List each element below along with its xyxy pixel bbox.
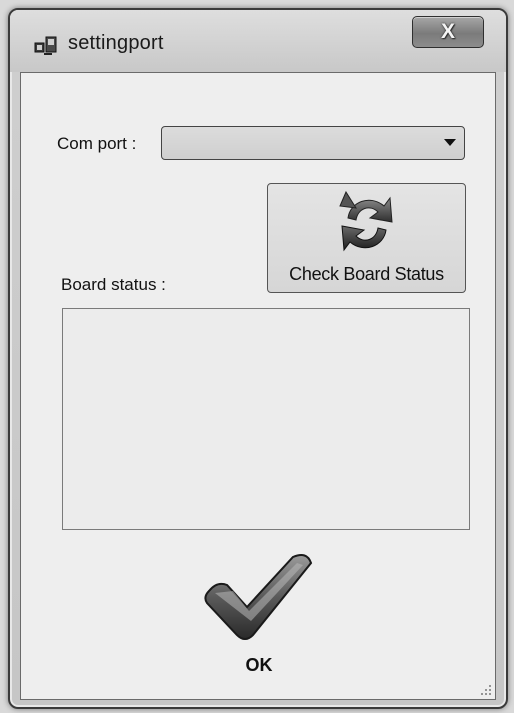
- com-port-dropdown[interactable]: [161, 126, 465, 160]
- chevron-down-icon: [444, 139, 456, 146]
- window-title: settingport: [68, 32, 164, 54]
- check-board-status-button[interactable]: Check Board Status: [267, 183, 466, 293]
- board-status-textbox[interactable]: [62, 308, 470, 530]
- resize-grip-icon[interactable]: [480, 684, 492, 696]
- settingport-window: settingport X Com port : Check Board Sta…: [8, 8, 508, 709]
- close-icon: X: [440, 20, 455, 43]
- check-board-status-label: Check Board Status: [289, 264, 444, 284]
- app-window-icon: [34, 36, 57, 55]
- com-port-label: Com port :: [57, 134, 137, 153]
- refresh-icon: [339, 190, 393, 252]
- dialog-body: Com port : Check Board Status Board stat…: [20, 72, 496, 700]
- title-bar[interactable]: settingport X: [10, 10, 506, 72]
- ok-button[interactable]: OK: [199, 551, 319, 691]
- checkmark-icon: [204, 554, 313, 640]
- board-status-label: Board status :: [61, 275, 166, 294]
- ok-label: OK: [245, 655, 273, 675]
- close-button[interactable]: X: [412, 16, 484, 48]
